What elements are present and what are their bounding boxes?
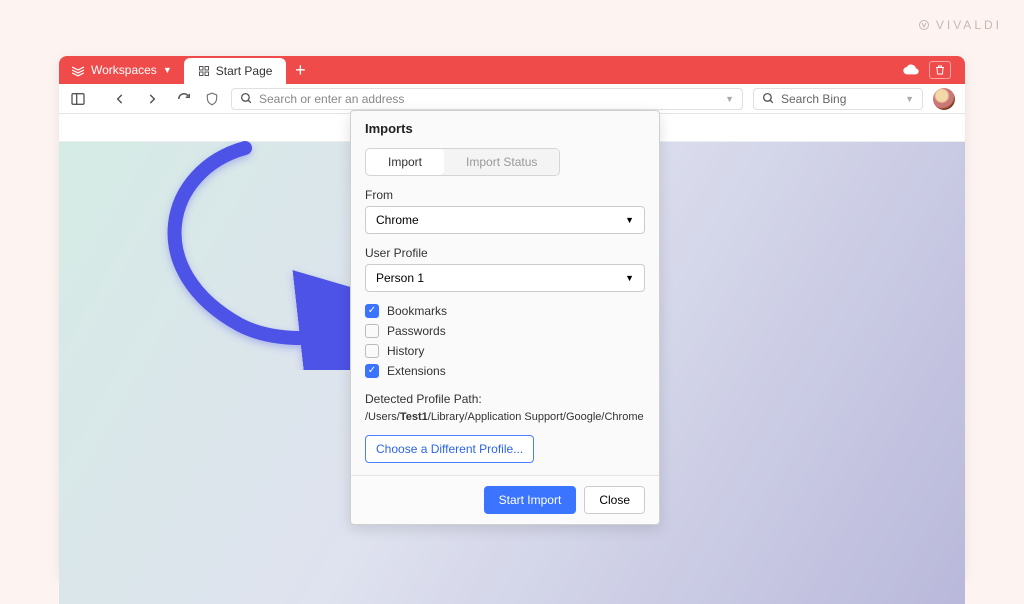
tab-segmented-control: Import Import Status — [365, 148, 560, 176]
detected-path-label: Detected Profile Path: — [365, 392, 645, 406]
checkbox-icon — [365, 344, 379, 358]
tab-strip: Workspaces ▼ Start Page + — [59, 56, 965, 84]
workspaces-button[interactable]: Workspaces ▼ — [59, 56, 184, 84]
checkbox-label: Bookmarks — [387, 304, 447, 318]
address-input[interactable]: Search or enter an address ▼ — [231, 88, 743, 110]
imports-dialog: Imports Import Import Status From Chrome… — [350, 110, 660, 525]
profile-avatar[interactable] — [933, 88, 955, 110]
choose-different-profile-button[interactable]: Choose a Different Profile... — [365, 435, 534, 463]
user-profile-label: User Profile — [365, 246, 645, 260]
sync-cloud-icon[interactable] — [903, 64, 919, 76]
new-tab-button[interactable]: + — [286, 56, 314, 84]
back-button[interactable] — [111, 90, 129, 108]
chevron-down-icon[interactable]: ▼ — [905, 94, 914, 104]
tab-import[interactable]: Import — [366, 149, 444, 175]
search-engine-icon — [762, 92, 775, 105]
checkbox-passwords[interactable]: Passwords — [365, 324, 645, 338]
checkbox-icon — [365, 304, 379, 318]
start-import-button[interactable]: Start Import — [484, 486, 577, 514]
trash-button[interactable] — [929, 61, 951, 79]
tab-import-status[interactable]: Import Status — [444, 149, 559, 175]
close-button[interactable]: Close — [584, 486, 645, 514]
search-icon — [240, 92, 253, 105]
checkbox-bookmarks[interactable]: Bookmarks — [365, 304, 645, 318]
chevron-down-icon[interactable]: ▼ — [725, 94, 734, 104]
dialog-title: Imports — [365, 121, 645, 136]
checkbox-icon — [365, 364, 379, 378]
panel-toggle-icon[interactable] — [69, 90, 87, 108]
tab-start-page[interactable]: Start Page — [184, 58, 287, 84]
checkbox-extensions[interactable]: Extensions — [365, 364, 645, 378]
user-profile-select[interactable]: Person 1▼ — [365, 264, 645, 292]
shield-icon[interactable] — [203, 90, 221, 108]
reload-button[interactable] — [175, 90, 193, 108]
vivaldi-watermark: VIVALDI — [918, 18, 1002, 32]
search-engine-input[interactable]: Search Bing ▼ — [753, 88, 923, 110]
detected-path-value: /Users/Test1/Library/Application Support… — [365, 411, 645, 423]
checkbox-history[interactable]: History — [365, 344, 645, 358]
forward-button[interactable] — [143, 90, 161, 108]
from-label: From — [365, 188, 645, 202]
checkbox-label: History — [387, 344, 424, 358]
checkbox-label: Extensions — [387, 364, 446, 378]
from-select[interactable]: Chrome▼ — [365, 206, 645, 234]
checkbox-label: Passwords — [387, 324, 446, 338]
checkbox-icon — [365, 324, 379, 338]
